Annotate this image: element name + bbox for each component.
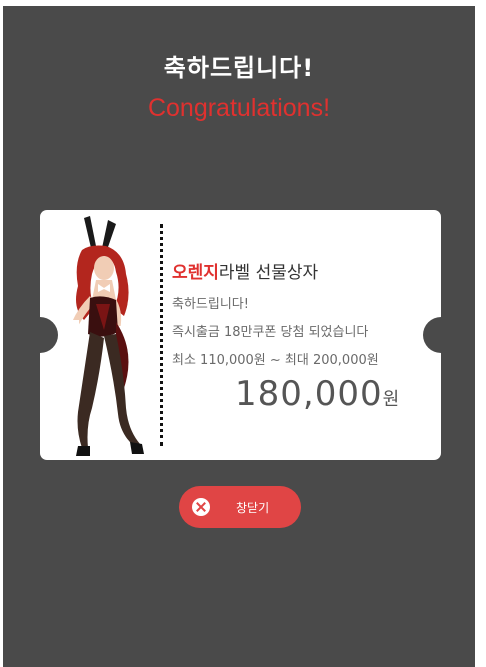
prize-info: 오렌지라벨 선물상자 축하드립니다! 즉시출금 18만쿠폰 당첨 되었습니다 최… [172,258,432,377]
modal-subtitle: Congratulations! [147,94,331,122]
prize-name-accent: 오렌지 [172,263,219,283]
close-button-label: 창닫기 [236,500,270,515]
close-window-button[interactable]: 창닫기 [179,486,301,528]
prize-ticket: 오렌지라벨 선물상자 축하드립니다! 즉시출금 18만쿠폰 당첨 되었습니다 최… [40,210,441,460]
prize-name-rest: 라벨 선물상자 [218,263,319,283]
prize-amount-value: 180,000 [235,374,383,414]
prize-line-coupon: 즉시출금 18만쿠폰 당첨 되었습니다 [172,325,369,340]
prize-line-congrats: 축하드립니다! [172,297,249,312]
prize-amount: 180,000원 [235,374,399,414]
character-illustration [69,216,144,456]
prize-amount-unit: 원 [382,389,400,410]
prize-name: 오렌지라벨 선물상자 [172,258,432,283]
prize-line-range: 최소 110,000원 ~ 최대 200,000원 [172,353,379,368]
close-icon [192,498,210,516]
ticket-divider [160,224,163,446]
modal-title: 축하드립니다! [163,54,315,82]
congrats-modal: 축하드립니다! Congratulations! 오렌지라벨 선물상자 축하드립… [3,6,475,667]
